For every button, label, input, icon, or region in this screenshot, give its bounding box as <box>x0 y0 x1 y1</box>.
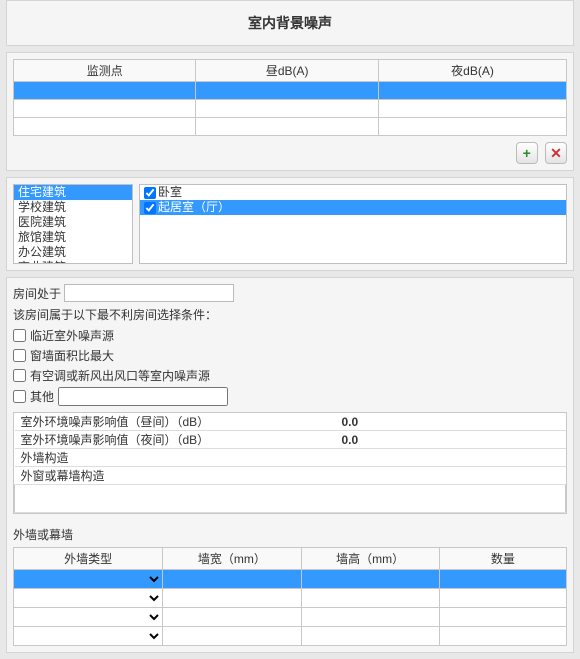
table-row[interactable] <box>14 589 567 608</box>
hvac-noise-label: 有空调或新风出风口等室内噪声源 <box>30 367 210 384</box>
wall-type-select[interactable] <box>14 589 162 607</box>
room-checkbox[interactable] <box>144 202 156 214</box>
monitor-header-night: 夜dB(A) <box>378 60 566 82</box>
delete-button[interactable]: ✕ <box>545 142 567 164</box>
list-item[interactable]: 学校建筑 <box>14 200 132 215</box>
monitor-header-day: 昼dB(A) <box>196 60 378 82</box>
wall-table: 外墙类型 墙宽（mm） 墙高（mm） 数量 <box>13 547 567 646</box>
param-name: 室外环境噪声影响值（昼间）（dB） <box>15 413 336 431</box>
list-item[interactable]: 卧室 <box>140 185 566 200</box>
list-item[interactable]: 起居室（厅） <box>140 200 566 215</box>
param-table: 室外环境噪声影响值（昼间）（dB） 0.0 室外环境噪声影响值（夜间）（dB） … <box>14 413 566 513</box>
list-item[interactable]: 商业建筑 <box>14 260 132 264</box>
near-noise-checkbox[interactable] <box>13 329 26 342</box>
other-input[interactable] <box>58 387 228 406</box>
other-checkbox[interactable] <box>13 390 26 403</box>
condition-title: 该房间属于以下最不利房间选择条件： <box>13 306 567 323</box>
table-row[interactable] <box>14 82 567 100</box>
plus-icon: + <box>523 145 531 161</box>
table-row[interactable] <box>14 570 567 589</box>
param-name: 外墙构造 <box>15 449 336 467</box>
table-row[interactable]: 外墙构造 <box>15 449 566 467</box>
add-button[interactable]: + <box>516 142 538 164</box>
table-row[interactable] <box>14 608 567 627</box>
table-row[interactable] <box>14 118 567 136</box>
room-detail-panel: 房间处于 该房间属于以下最不利房间选择条件： 临近室外噪声源 窗墙面积比最大 有… <box>6 277 574 653</box>
room-checkbox[interactable] <box>144 187 156 199</box>
table-row[interactable]: 外窗或幕墙构造 <box>15 467 566 485</box>
wall-header-type: 外墙类型 <box>14 548 163 570</box>
wall-type-select[interactable] <box>14 608 162 626</box>
monitor-header-point: 监测点 <box>14 60 196 82</box>
param-name: 外窗或幕墙构造 <box>15 467 336 485</box>
wall-type-select[interactable] <box>14 627 162 645</box>
page-title: 室内背景噪声 <box>6 0 574 46</box>
monitor-panel: 监测点 昼dB(A) 夜dB(A) + ✕ <box>6 52 574 171</box>
param-value[interactable]: 0.0 <box>336 431 566 449</box>
building-type-list[interactable]: 住宅建筑 学校建筑 医院建筑 旅馆建筑 办公建筑 商业建筑 <box>13 184 133 264</box>
table-row[interactable]: 室外环境噪声影响值（昼间）（dB） 0.0 <box>15 413 566 431</box>
wall-header-qty: 数量 <box>439 548 566 570</box>
near-noise-label: 临近室外噪声源 <box>30 327 114 344</box>
param-name: 室外环境噪声影响值（夜间）（dB） <box>15 431 336 449</box>
hvac-noise-checkbox[interactable] <box>13 369 26 382</box>
wall-header-width: 墙宽（mm） <box>163 548 301 570</box>
list-item[interactable]: 旅馆建筑 <box>14 230 132 245</box>
room-type-list[interactable]: 卧室 起居室（厅） <box>139 184 567 264</box>
room-at-label: 房间处于 <box>13 285 61 302</box>
table-row[interactable] <box>14 100 567 118</box>
table-row[interactable]: 室外环境噪声影响值（夜间）（dB） 0.0 <box>15 431 566 449</box>
param-value[interactable]: 0.0 <box>336 413 566 431</box>
window-ratio-checkbox[interactable] <box>13 349 26 362</box>
table-row[interactable] <box>14 627 567 646</box>
window-ratio-label: 窗墙面积比最大 <box>30 347 114 364</box>
x-icon: ✕ <box>550 145 562 161</box>
list-item[interactable]: 医院建筑 <box>14 215 132 230</box>
wall-header-height: 墙高（mm） <box>301 548 439 570</box>
other-label: 其他 <box>30 388 54 405</box>
room-at-input[interactable] <box>64 284 234 302</box>
param-value[interactable] <box>336 449 566 467</box>
param-value[interactable] <box>336 467 566 485</box>
list-item[interactable]: 住宅建筑 <box>14 185 132 200</box>
wall-section-title: 外墙或幕墙 <box>13 526 567 543</box>
list-item[interactable]: 办公建筑 <box>14 245 132 260</box>
building-room-panel: 住宅建筑 学校建筑 医院建筑 旅馆建筑 办公建筑 商业建筑 卧室 起居室（厅） <box>6 177 574 271</box>
wall-type-select[interactable] <box>14 570 162 588</box>
monitor-table: 监测点 昼dB(A) 夜dB(A) <box>13 59 567 136</box>
